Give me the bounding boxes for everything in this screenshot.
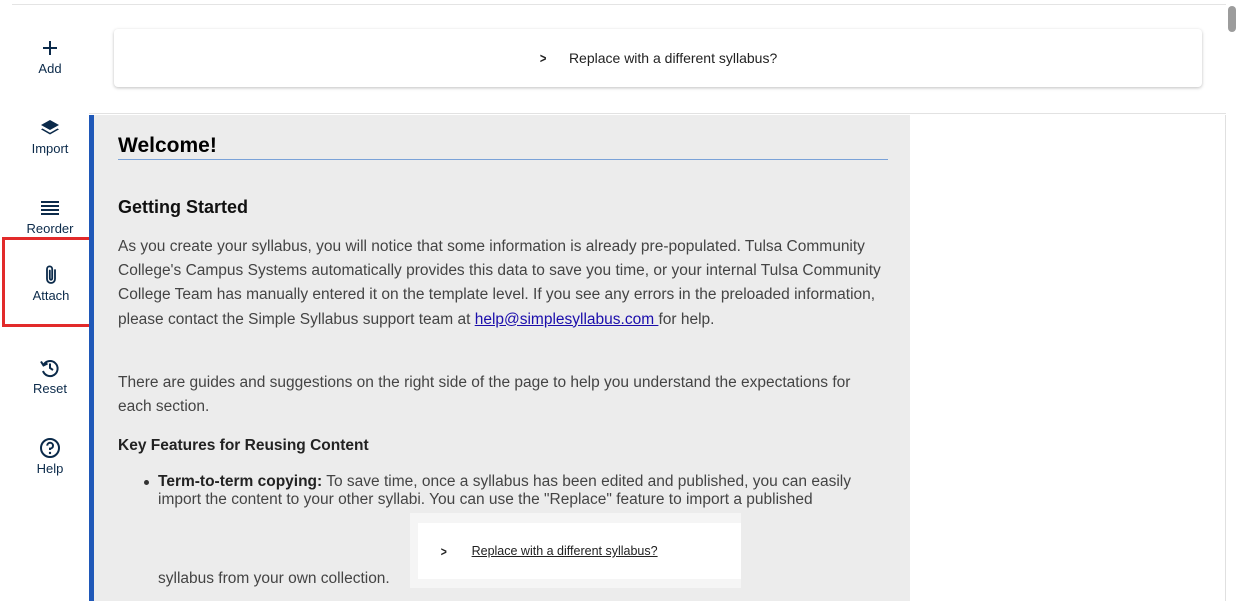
embedded-replace-label: Replace with a different syllabus?: [471, 544, 658, 558]
paperclip-icon: [39, 263, 63, 287]
intro-paragraph: As you create your syllabus, you will no…: [118, 235, 888, 332]
embedded-replace-bar: > Replace with a different syllabus?: [418, 523, 741, 579]
embedded-screenshot: > Replace with a different syllabus?: [410, 513, 741, 588]
bullet-dot: [144, 480, 149, 485]
help-button[interactable]: Help: [0, 414, 100, 494]
attach-button[interactable]: Attach: [2, 237, 100, 327]
getting-started-heading: Getting Started: [118, 197, 249, 217]
import-button[interactable]: Import: [0, 94, 100, 174]
reorder-icon: [38, 196, 62, 220]
replace-syllabus-label: Replace with a different syllabus?: [568, 50, 778, 66]
layers-icon: [38, 116, 62, 140]
reorder-label: Reorder: [26, 221, 74, 236]
scrollbar-thumb[interactable]: [1228, 6, 1236, 32]
chevron-right-icon: >: [539, 50, 547, 66]
left-toolbar: Add Import Reorder Attach Reset Help: [0, 0, 100, 601]
page: Add Import Reorder Attach Reset Help > R…: [0, 0, 1239, 601]
add-button[interactable]: Add: [0, 14, 100, 94]
replace-syllabus-bar[interactable]: > Replace with a different syllabus?: [114, 29, 1202, 87]
import-label: Import: [31, 141, 69, 156]
title-underline: [118, 159, 888, 160]
section-title: Welcome!: [118, 134, 217, 157]
reset-button[interactable]: Reset: [0, 334, 100, 414]
reset-label: Reset: [33, 381, 67, 396]
help-circle-icon: [38, 436, 62, 460]
intro-text-end: for help.: [658, 310, 715, 328]
bullet-title: Term-to-term copying:: [158, 473, 323, 490]
bullet-continuation: syllabus from your own collection.: [158, 570, 390, 587]
list-item: Term-to-term copying: To save time, once…: [144, 473, 888, 509]
guidance-side-panel: [910, 115, 1226, 601]
attach-label: Attach: [32, 288, 70, 303]
guides-paragraph: There are guides and suggestions on the …: [118, 374, 851, 416]
plus-icon: [38, 36, 62, 60]
help-label: Help: [36, 461, 64, 476]
add-label: Add: [38, 61, 62, 76]
support-email-link[interactable]: help@simplesyllabus.com: [475, 311, 659, 328]
history-icon: [38, 356, 62, 380]
chevron-right-icon: >: [440, 543, 447, 559]
top-divider: [12, 4, 1226, 5]
key-features-heading: Key Features for Reusing Content: [118, 437, 369, 454]
